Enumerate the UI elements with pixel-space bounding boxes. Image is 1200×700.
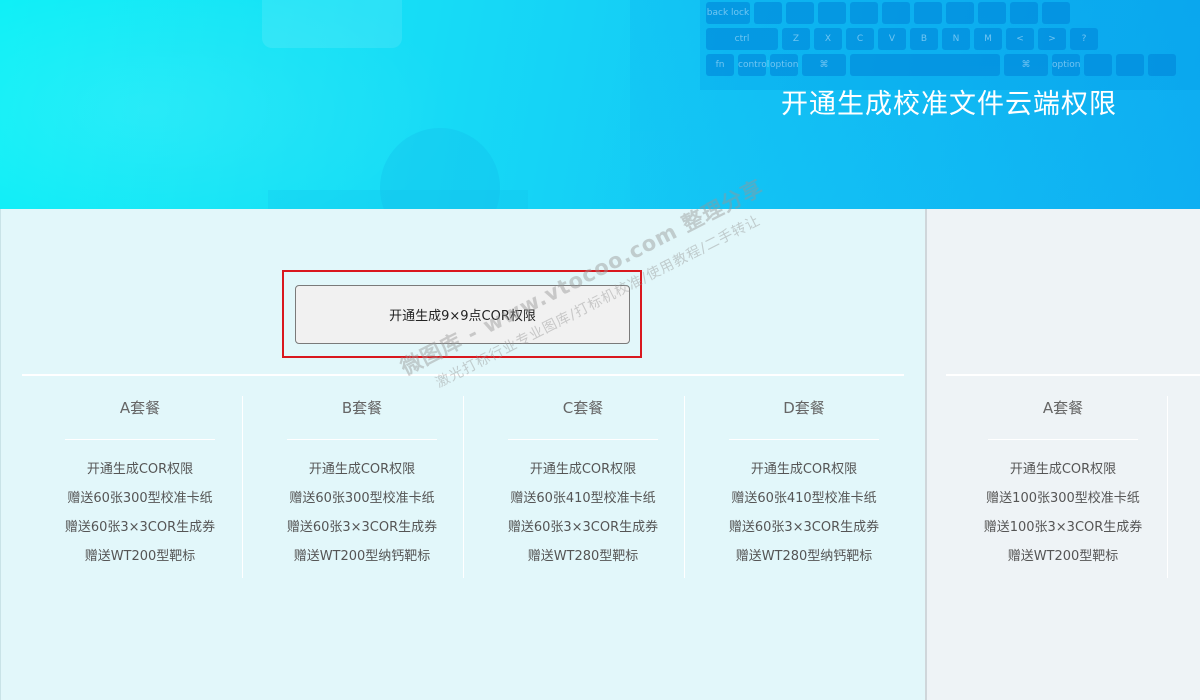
keyboard-key: > [1038,28,1066,50]
keyboard-key: B [910,28,938,50]
package-item: 赠送60张300型校准卡纸 [289,491,435,506]
keyboard-key [1148,54,1176,76]
banner-decoration-bottle [262,0,402,48]
package-item: 赠送100张3×3COR生成券 [983,520,1143,535]
keyboard-key: control [738,54,769,76]
activate-cor-permission-button[interactable]: 开通生成9×9点COR权限 [295,285,630,344]
banner-decoration-base [268,190,528,209]
side-package-a-card[interactable]: A套餐 开通生成COR权限 赠送100张300型校准卡纸 赠送100张3×3CO… [953,392,1173,575]
package-divider [988,439,1138,440]
keyboard-key: ⌘ [802,54,846,76]
keyboard-key: Z [782,28,810,50]
keyboard-key: ⌘ [1004,54,1048,76]
keyboard-key: V [878,28,906,50]
package-b-card[interactable]: B套餐 开通生成COR权限 赠送60张300型校准卡纸 赠送60张3×3COR生… [252,392,472,575]
keyboard-row: back lock [706,2,1200,24]
package-item: 开通生成COR权限 [529,462,637,477]
package-item: 赠送WT200型靶标 [84,549,196,564]
package-item: 开通生成COR权限 [86,462,194,477]
keyboard-row: fn control option ⌘ ⌘ option [706,54,1200,76]
keyboard-key [818,2,846,24]
keyboard-key: < [1006,28,1034,50]
package-a-card[interactable]: A套餐 开通生成COR权限 赠送60张300型校准卡纸 赠送60张3×3COR生… [30,392,250,575]
package-c-card[interactable]: C套餐 开通生成COR权限 赠送60张410型校准卡纸 赠送60张3×3COR生… [473,392,693,575]
package-divider [508,439,658,440]
package-divider [65,439,215,440]
keyboard-key: option [770,54,798,76]
keyboard-key: N [942,28,970,50]
keyboard-key: ? [1070,28,1098,50]
keyboard-key [978,2,1006,24]
keyboard-key: fn [706,54,734,76]
banner-title: 开通生成校准文件云端权限 [781,89,1117,120]
package-title: A套餐 [1042,399,1084,417]
package-item: 赠送60张300型校准卡纸 [67,491,213,506]
section-divider [946,374,1200,376]
package-item: 开通生成COR权限 [1009,462,1117,477]
package-item: 开通生成COR权限 [750,462,858,477]
keyboard-spacebar [850,54,1000,76]
keyboard-key [850,2,878,24]
keyboard-key [946,2,974,24]
package-title: B套餐 [341,399,383,417]
hero-banner: back lock ctrl Z X C V B N M < > ? fn co… [0,0,1200,209]
package-item: 赠送60张3×3COR生成券 [728,520,880,535]
package-title: D套餐 [783,399,825,417]
keyboard-key [1084,54,1112,76]
keyboard-key: M [974,28,1002,50]
package-title: C套餐 [562,399,604,417]
package-item: 赠送WT200型纳钙靶标 [293,549,431,564]
keyboard-key [786,2,814,24]
keyboard-row: ctrl Z X C V B N M < > ? [706,28,1200,50]
package-item: 赠送WT280型靶标 [527,549,639,564]
package-d-card[interactable]: D套餐 开通生成COR权限 赠送60张410型校准卡纸 赠送60张3×3COR生… [694,392,914,575]
package-divider [729,439,879,440]
package-title: A套餐 [119,399,161,417]
keyboard-key [882,2,910,24]
package-item: 赠送WT280型纳钙靶标 [735,549,873,564]
keyboard-key: back lock [706,2,750,24]
keyboard-key: option [1052,54,1080,76]
package-item: 赠送60张410型校准卡纸 [510,491,656,506]
package-item: 赠送60张410型校准卡纸 [731,491,877,506]
package-item: 赠送60张3×3COR生成券 [286,520,438,535]
keyboard-key: ctrl [706,28,778,50]
keyboard-key: X [814,28,842,50]
keyboard-key: C [846,28,874,50]
keyboard-key [754,2,782,24]
keyboard-key [914,2,942,24]
package-item: 赠送100张300型校准卡纸 [986,491,1140,506]
keyboard-key [1010,2,1038,24]
package-item: 赠送60张3×3COR生成券 [507,520,659,535]
package-item: 开通生成COR权限 [308,462,416,477]
section-divider [22,374,904,376]
package-item: 赠送WT200型靶标 [1007,549,1119,564]
package-divider [287,439,437,440]
package-item: 赠送60张3×3COR生成券 [64,520,216,535]
keyboard-key [1116,54,1144,76]
banner-keyboard-image: back lock ctrl Z X C V B N M < > ? fn co… [700,0,1200,90]
keyboard-key [1042,2,1070,24]
